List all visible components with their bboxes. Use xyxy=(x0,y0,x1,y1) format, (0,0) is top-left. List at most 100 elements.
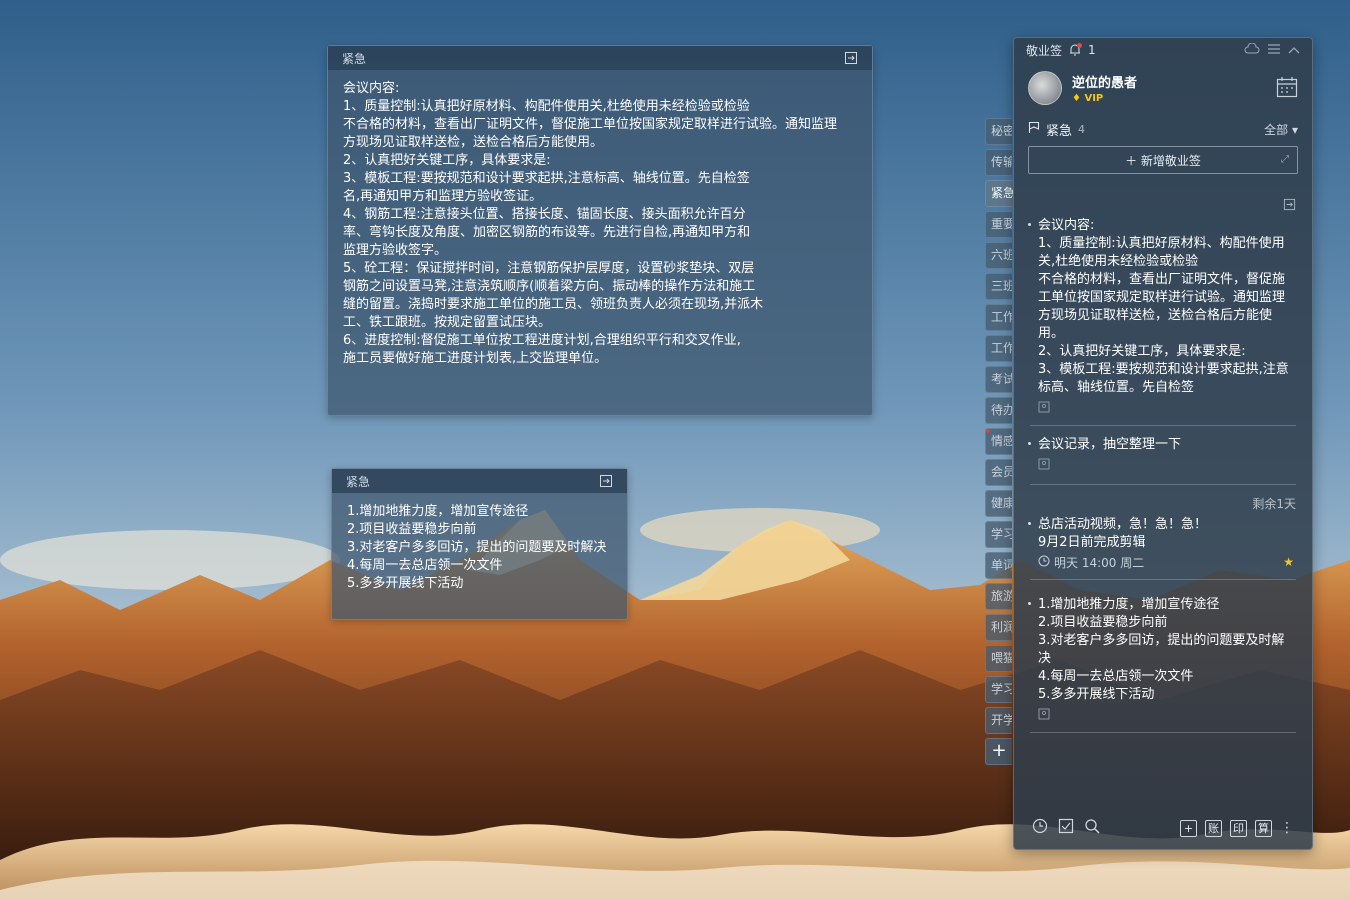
item-line: 不合格的材料，查看出厂证明文件，督促施 xyxy=(1038,272,1286,287)
divider xyxy=(1030,484,1296,485)
category-header: 紧急 4 全部 ▾ xyxy=(1014,114,1312,144)
cloud-sync-icon[interactable] xyxy=(1244,42,1260,58)
note-header[interactable]: 紧急 xyxy=(328,46,872,70)
panel-titlebar[interactable]: 敬业签 1 xyxy=(1014,38,1312,62)
detach-icon[interactable] xyxy=(844,51,858,65)
checklist-icon[interactable] xyxy=(1058,818,1074,838)
note-line: 1.增加地推力度，增加宣传途径 xyxy=(347,504,529,519)
item-line: 方现场见证取样送检，送检合格后方能使 xyxy=(1038,308,1273,323)
tab-emotion[interactable]: 情感 xyxy=(985,428,1012,455)
tab-words[interactable]: 单词 xyxy=(985,552,1012,579)
note-line: 2.项目收益要稳步向前 xyxy=(347,522,477,537)
ledger-button[interactable]: 账 xyxy=(1205,819,1222,837)
more-icon[interactable]: ⋮ xyxy=(1280,820,1294,836)
tab-secret[interactable]: 秘密 xyxy=(985,118,1012,145)
current-category: 紧急 xyxy=(1046,123,1073,139)
menu-icon[interactable] xyxy=(1268,43,1280,57)
tab-study-1[interactable]: 学习 xyxy=(985,521,1012,548)
sticky-note-tasks[interactable]: 紧急 1.增加地推力度，增加宣传途径 2.项目收益要稳步向前 3.对老客户多多回… xyxy=(331,468,628,620)
calendar-icon[interactable] xyxy=(1276,76,1298,102)
note-line: 方现场见证取样送检，送检合格后方能使用。 xyxy=(343,135,604,150)
tab-health[interactable]: 健康 xyxy=(985,490,1012,517)
user-profile[interactable]: 逆位的愚者 ♦ VIP xyxy=(1014,62,1312,114)
tab-school-start[interactable]: 开学 xyxy=(985,707,1012,734)
note-content[interactable]: 1.增加地推力度，增加宣传途径 2.项目收益要稳步向前 3.对老客户多多回访，提… xyxy=(332,493,627,603)
avatar[interactable] xyxy=(1028,71,1062,105)
calculator-button[interactable]: 算 xyxy=(1255,819,1272,837)
item-line: 9月2日前完成剪辑 xyxy=(1038,535,1146,550)
share-icon[interactable] xyxy=(1038,458,1296,474)
note-line: 3.对老客户多多回访，提出的问题要及时解决 xyxy=(347,540,607,555)
notification-count: 1 xyxy=(1088,43,1096,57)
bell-icon[interactable] xyxy=(1068,43,1083,57)
item-line: 1.增加地推力度，增加宣传途径 xyxy=(1038,597,1220,612)
note-line: 施工员要做好施工进度计划表,上交监理单位。 xyxy=(343,351,608,366)
add-button[interactable]: + xyxy=(1180,819,1197,837)
print-button[interactable]: 印 xyxy=(1230,819,1247,837)
sticky-app-panel: 敬业签 1 逆位的愚者 ♦ VIP 紧急 4 全部 ▾ ＋ 新增敬业签 ⤢ 会议… xyxy=(1013,37,1313,850)
tab-work-1[interactable]: 工作 xyxy=(985,304,1012,331)
detach-icon[interactable] xyxy=(1282,198,1296,212)
note-line: 1、质量控制:认真把好原材料、构配件使用关,杜绝使用未经检验或检验 xyxy=(343,99,750,114)
category-count: 4 xyxy=(1078,122,1086,136)
tab-urgent[interactable]: 紧急 xyxy=(985,180,1013,207)
reminder-time: 明天 14:00 周二 xyxy=(1038,554,1296,571)
item-line: 用。 xyxy=(1038,326,1065,341)
app-title: 敬业签 xyxy=(1026,43,1063,58)
detach-icon[interactable] xyxy=(599,474,613,488)
add-note-button[interactable]: ＋ 新增敬业签 ⤢ xyxy=(1028,146,1298,174)
expand-icon[interactable]: ⤢ xyxy=(1281,154,1289,165)
collapse-chevron-icon[interactable] xyxy=(1288,43,1300,57)
item-line: 关,杜绝使用未经检验或检验 xyxy=(1038,254,1199,269)
note-line: 6、进度控制:督促施工单位按工程进度计划,合理组织平行和交叉作业, xyxy=(343,333,741,348)
share-icon[interactable] xyxy=(1038,708,1296,724)
clock-icon[interactable] xyxy=(1032,818,1048,838)
tab-work-2[interactable]: 工作 xyxy=(985,335,1012,362)
add-note-label: ＋ 新增敬业签 xyxy=(1125,153,1201,168)
flag-icon xyxy=(1028,121,1040,138)
item-line: 2.项目收益要稳步向前 xyxy=(1038,615,1168,630)
share-icon[interactable] xyxy=(1038,401,1296,417)
tab-member[interactable]: 会员 xyxy=(985,459,1012,486)
tab-feed-cat[interactable]: 喂猫 xyxy=(985,645,1012,672)
tab-profit[interactable]: 利润 xyxy=(985,614,1012,641)
tab-exam[interactable]: 考试 xyxy=(985,366,1012,393)
tab-class-3[interactable]: 三班 xyxy=(985,273,1012,300)
note-list: 会议内容: 1、质量控制:认真把好原材料、构配件使用 关,杜绝使用未经检验或检验… xyxy=(1014,198,1312,733)
note-content[interactable]: 会议内容: 1、质量控制:认真把好原材料、构配件使用关,杜绝使用未经检验或检验 … xyxy=(328,70,872,378)
note-line: 5.多多开展线下活动 xyxy=(347,576,464,591)
username: 逆位的愚者 xyxy=(1072,76,1138,91)
item-line: 决 xyxy=(1038,651,1052,666)
remaining-days: 剩余1天 xyxy=(1252,497,1296,511)
note-line: 3、模板工程:要按规范和设计要求起拱,注意标高、轴线位置。先自检签 xyxy=(343,171,750,186)
panel-toolbar: + 账 印 算 ⋮ xyxy=(1014,807,1312,849)
tab-class-6[interactable]: 六班 xyxy=(985,242,1012,269)
divider xyxy=(1030,579,1296,580)
list-item[interactable]: 1.增加地推力度，增加宣传途径 2.项目收益要稳步向前 3.对老客户多多回访，提… xyxy=(1014,596,1312,724)
tab-important[interactable]: 重要 xyxy=(985,211,1012,238)
item-line: 3、模板工程:要按规范和设计要求起拱,注意 xyxy=(1038,362,1289,377)
item-line: 标高、轴线位置。先自检签 xyxy=(1038,380,1195,395)
note-line: 4、钢筋工程:注意接头位置、搭接长度、锚固长度、接头面积允许百分 xyxy=(343,207,746,222)
note-header[interactable]: 紧急 xyxy=(332,469,627,493)
list-item[interactable]: 会议内容: 1、质量控制:认真把好原材料、构配件使用 关,杜绝使用未经检验或检验… xyxy=(1014,217,1312,417)
star-icon[interactable]: ★ xyxy=(1283,555,1294,569)
note-line: 2、认真把好关键工序，具体要求是: xyxy=(343,153,551,168)
note-line: 会议内容: xyxy=(343,81,400,96)
category-tab-strip: 秘密 传输 紧急 重要 六班 三班 工作 工作 考试 待办 情感 会员 健康 学… xyxy=(985,118,1013,765)
sticky-note-meeting[interactable]: 紧急 会议内容: 1、质量控制:认真把好原材料、构配件使用关,杜绝使用未经检验或… xyxy=(327,45,873,416)
search-icon[interactable] xyxy=(1084,818,1100,838)
add-category-button[interactable]: + xyxy=(985,738,1012,765)
item-line: 工单位按国家规定取样进行试验。通知监理 xyxy=(1038,290,1286,305)
clock-icon xyxy=(1038,555,1050,570)
divider xyxy=(1030,425,1296,426)
list-item[interactable]: 总店活动视频，急！急！急！ 9月2日前完成剪辑 明天 14:00 周二 ★ xyxy=(1014,516,1312,571)
tab-transfer[interactable]: 传输 xyxy=(985,149,1012,176)
note-line: 监理方验收签字。 xyxy=(343,243,448,258)
tab-todo[interactable]: 待办 xyxy=(985,397,1012,424)
filter-dropdown[interactable]: 全部 ▾ xyxy=(1264,121,1298,138)
tab-study-2[interactable]: 学习 xyxy=(985,676,1012,703)
list-item[interactable]: 会议记录，抽空整理一下 xyxy=(1014,436,1312,474)
tab-travel[interactable]: 旅游 xyxy=(985,583,1012,610)
note-category-label: 紧急 xyxy=(342,51,367,66)
